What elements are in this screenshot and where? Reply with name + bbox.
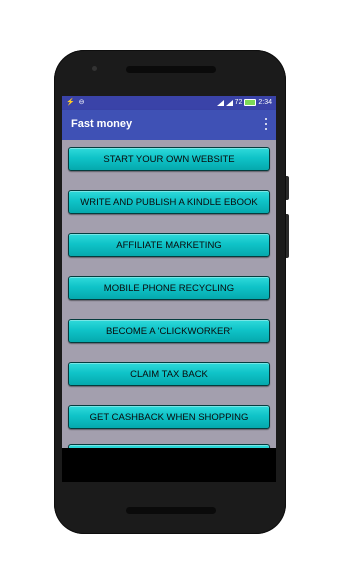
phone-recycling-button[interactable]: MOBILE PHONE RECYCLING [68, 276, 270, 300]
status-left-icons: ⚡ ⊖ [66, 99, 86, 106]
button-list[interactable]: START YOUR OWN WEBSITE WRITE AND PUBLISH… [62, 140, 276, 448]
overflow-menu-icon[interactable] [264, 118, 268, 130]
claim-tax-button[interactable]: CLAIM TAX BACK [68, 362, 270, 386]
top-speaker [126, 66, 216, 73]
wifi-icon [216, 99, 224, 106]
signal-value: 72 [234, 99, 243, 106]
app-bar: Fast money [62, 110, 276, 140]
battery-icon [244, 99, 257, 106]
power-button [286, 176, 289, 200]
clickworker-button[interactable]: BECOME A 'CLICKWORKER' [68, 319, 270, 343]
clock: 2:34 [258, 99, 272, 106]
volume-button [286, 214, 289, 258]
screen: ⚡ ⊖ 72 2:34 Fast money START YOUR OWN WE… [62, 96, 276, 482]
affiliate-marketing-button[interactable]: AFFILIATE MARKETING [68, 233, 270, 257]
cashback-button[interactable]: GET CASHBACK WHEN SHOPPING [68, 405, 270, 429]
bottom-speaker [126, 507, 216, 514]
signal-icon [225, 99, 233, 106]
status-bar: ⚡ ⊖ 72 2:34 [62, 96, 276, 110]
app-title: Fast money [71, 118, 133, 130]
navigation-bar [62, 448, 276, 482]
start-website-button[interactable]: START YOUR OWN WEBSITE [68, 147, 270, 171]
front-camera [92, 66, 97, 71]
status-right: 72 2:34 [216, 99, 272, 106]
kindle-ebook-button[interactable]: WRITE AND PUBLISH A KINDLE EBOOK [68, 190, 270, 214]
